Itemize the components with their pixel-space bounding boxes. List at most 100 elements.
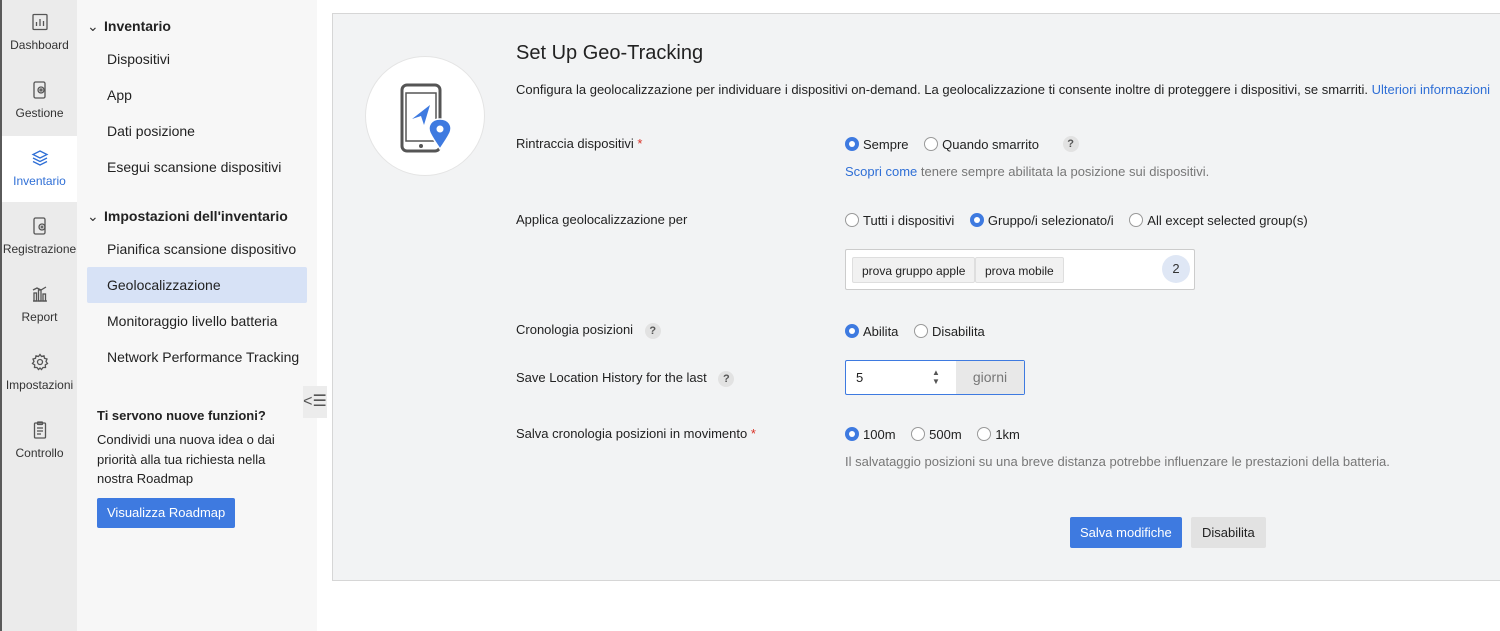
movement-history-label-text: Salva cronologia posizioni in movimento bbox=[516, 426, 748, 441]
radio-label: Abilita bbox=[863, 323, 899, 339]
radio-500m[interactable]: 500m bbox=[911, 426, 962, 442]
movement-distance-options: 100m 500m 1km bbox=[845, 425, 1032, 442]
page-title: Set Up Geo-Tracking bbox=[516, 42, 704, 64]
rail-item-dashboard[interactable]: Dashboard bbox=[2, 0, 77, 66]
disable-button[interactable]: Disabilita bbox=[1191, 517, 1266, 548]
track-devices-label: Rintraccia dispositivi * bbox=[516, 136, 642, 151]
group-tag[interactable]: prova gruppo apple bbox=[852, 257, 976, 283]
radio-selected[interactable] bbox=[845, 427, 859, 442]
rail-item-registrazione[interactable]: Registrazione bbox=[2, 204, 77, 270]
geo-tracking-panel: Set Up Geo-Tracking Configura la geoloca… bbox=[332, 13, 1500, 581]
radio-label: All except selected group(s) bbox=[1147, 212, 1308, 228]
required-marker: * bbox=[750, 426, 756, 441]
secondary-nav: ⌄ Inventario Dispositivi App Dati posizio… bbox=[77, 0, 327, 631]
nav-item-monitoraggio-batteria[interactable]: Monitoraggio livello batteria bbox=[87, 303, 307, 339]
rail-item-impostazioni[interactable]: Impostazioni bbox=[2, 340, 77, 406]
rail-item-inventario[interactable]: Inventario bbox=[2, 136, 77, 202]
rail-item-gestione[interactable]: Gestione bbox=[2, 68, 77, 134]
radio-abilita[interactable]: Abilita bbox=[845, 323, 898, 339]
help-icon[interactable]: ? bbox=[718, 370, 735, 387]
rail-label-registrazione: Registrazione bbox=[2, 242, 77, 256]
rail-item-controllo[interactable]: Controllo bbox=[2, 408, 77, 474]
nav-item-dispositivi[interactable]: Dispositivi bbox=[87, 41, 307, 77]
rail-label-dashboard: Dashboard bbox=[10, 38, 69, 52]
radio-sempre[interactable]: Sempre bbox=[845, 136, 909, 152]
icon-rail: Dashboard Gestione Inventario Registrazi… bbox=[0, 0, 77, 631]
radio-unselected[interactable] bbox=[924, 137, 939, 152]
radio-selected[interactable] bbox=[845, 324, 859, 339]
radio-all-except-groups[interactable]: All except selected group(s) bbox=[1129, 212, 1308, 228]
nav-item-geolocalizzazione[interactable]: Geolocalizzazione bbox=[87, 267, 307, 303]
dashboard-icon bbox=[30, 12, 50, 32]
radio-label: Gruppo/i selezionato/i bbox=[987, 212, 1114, 228]
radio-label: Tutti i dispositivi bbox=[863, 212, 955, 228]
radio-1km[interactable]: 1km bbox=[977, 426, 1020, 442]
radio-selected[interactable] bbox=[969, 213, 984, 228]
movement-note: Il salvataggio posizioni su una breve di… bbox=[845, 454, 1390, 469]
days-number-input[interactable]: 5 ▲ ▼ giorni bbox=[845, 360, 1025, 395]
nav-item-network-performance[interactable]: Network Performance Tracking bbox=[87, 339, 307, 375]
radio-quando-smarrito[interactable]: Quando smarrito bbox=[924, 136, 1039, 152]
page-description: Configura la geolocalizzazione per indiv… bbox=[516, 82, 1490, 97]
group-tag[interactable]: prova mobile bbox=[975, 257, 1064, 283]
nav-section-label: Impostazioni dell'inventario bbox=[104, 208, 288, 224]
location-history-options: Abilita Disabilita bbox=[845, 322, 997, 339]
movement-history-label: Salva cronologia posizioni in movimento … bbox=[516, 426, 756, 441]
save-history-days-label: Save Location History for the last ? bbox=[516, 370, 735, 387]
nav-item-app[interactable]: App bbox=[87, 77, 307, 113]
geo-tracking-illustration bbox=[365, 56, 485, 176]
days-unit: giorni bbox=[956, 361, 1024, 394]
radio-100m[interactable]: 100m bbox=[845, 426, 896, 442]
rail-label-inventario: Inventario bbox=[13, 174, 66, 188]
nav-item-dati-posizione[interactable]: Dati posizione bbox=[87, 113, 307, 149]
learn-how-link[interactable]: Scopri come bbox=[845, 164, 917, 179]
radio-disabilita[interactable]: Disabilita bbox=[914, 323, 985, 339]
location-history-label: Cronologia posizioni ? bbox=[516, 322, 661, 339]
nav-section-inventario[interactable]: ⌄ Inventario bbox=[87, 18, 171, 35]
rail-label-report: Report bbox=[21, 310, 58, 324]
save-history-days-label-text: Save Location History for the last bbox=[516, 370, 707, 385]
collapse-nav-icon[interactable]: <☰ bbox=[303, 386, 327, 418]
group-count-badge[interactable]: 2 bbox=[1162, 255, 1190, 283]
nav-section-impostazioni-inventario[interactable]: ⌄ Impostazioni dell'inventario bbox=[87, 208, 288, 225]
inventory-layers-icon bbox=[30, 148, 50, 168]
help-icon[interactable]: ? bbox=[644, 322, 661, 339]
chevron-down-icon: ⌄ bbox=[87, 208, 99, 224]
group-selector[interactable]: prova gruppo apple prova mobile 2 bbox=[845, 249, 1195, 290]
radio-unselected[interactable] bbox=[911, 427, 926, 442]
required-marker: * bbox=[637, 136, 643, 151]
roadmap-button[interactable]: Visualizza Roadmap bbox=[97, 498, 236, 528]
rail-label-gestione: Gestione bbox=[15, 106, 64, 120]
help-icon[interactable]: ? bbox=[1062, 135, 1079, 152]
days-value[interactable]: 5 bbox=[856, 370, 863, 385]
location-history-label-text: Cronologia posizioni bbox=[516, 322, 634, 337]
radio-unselected[interactable] bbox=[1129, 213, 1144, 228]
radio-gruppi-selezionati[interactable]: Gruppo/i selezionato/i bbox=[969, 212, 1114, 228]
enrollment-icon bbox=[30, 216, 50, 236]
track-note-text: tenere sempre abilitata la posizione sui… bbox=[920, 164, 1210, 179]
radio-unselected[interactable] bbox=[977, 427, 992, 442]
promo-title: Ti servono nuove funzioni? bbox=[97, 408, 266, 423]
radio-unselected[interactable] bbox=[845, 213, 859, 228]
learn-more-link[interactable]: Ulteriori informazioni bbox=[1372, 82, 1490, 97]
radio-unselected[interactable] bbox=[914, 324, 929, 339]
radio-tutti-dispositivi[interactable]: Tutti i dispositivi bbox=[845, 212, 954, 228]
phone-location-icon bbox=[400, 83, 452, 153]
apply-geo-options: Tutti i dispositivi Gruppo/i selezionato… bbox=[845, 211, 1320, 228]
nav-item-pianifica-scansione[interactable]: Pianifica scansione dispositivo bbox=[87, 231, 307, 267]
nav-section-label: Inventario bbox=[104, 18, 171, 34]
promo-text: Condividi una nuova idea o dai priorità … bbox=[97, 432, 275, 486]
apply-geo-label: Applica geolocalizzazione per bbox=[516, 212, 688, 227]
chevron-down-icon: ⌄ bbox=[87, 18, 99, 34]
description-text: Configura la geolocalizzazione per indiv… bbox=[516, 82, 1368, 97]
settings-gear-icon bbox=[30, 352, 50, 372]
radio-selected[interactable] bbox=[845, 137, 859, 152]
management-icon bbox=[30, 80, 50, 100]
rail-item-report[interactable]: Report bbox=[2, 272, 77, 338]
radio-label: 1km bbox=[995, 426, 1020, 442]
nav-item-esegui-scansione[interactable]: Esegui scansione dispositivi bbox=[87, 149, 307, 185]
track-devices-label-text: Rintraccia dispositivi bbox=[516, 136, 634, 151]
save-changes-button[interactable]: Salva modifiche bbox=[1070, 517, 1182, 548]
rail-label-controllo: Controllo bbox=[15, 446, 64, 460]
number-spinner-icon[interactable]: ▲ ▼ bbox=[932, 368, 940, 386]
